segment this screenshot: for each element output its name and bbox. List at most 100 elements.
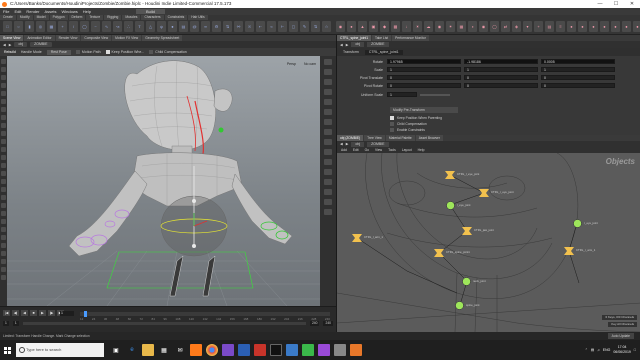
portal-light-tool-icon[interactable]: ▦ xyxy=(457,21,466,32)
pivot-translate-y-field[interactable]: 0 xyxy=(464,75,538,80)
pivot-rotate-x-field[interactable]: 0 xyxy=(387,83,461,88)
path-obj[interactable]: obj xyxy=(14,42,28,47)
forward-arrow-icon[interactable]: ▶ xyxy=(346,43,349,47)
sphere-tool-icon[interactable]: ○ xyxy=(14,21,23,32)
area-light-tool-icon[interactable]: ▣ xyxy=(369,21,378,32)
shelf-extra2-icon[interactable]: ● xyxy=(578,21,587,32)
shelf-tab[interactable]: Hair Utils xyxy=(188,15,208,20)
path-zombie[interactable]: ZOMBIE xyxy=(367,141,389,147)
step-back-button[interactable]: ◀| xyxy=(12,310,19,316)
distant-light-tool-icon[interactable]: ↓ xyxy=(402,21,411,32)
jaw-handle[interactable] xyxy=(218,127,224,133)
platonic-tool-icon[interactable]: △ xyxy=(146,21,155,32)
circle-tool-icon[interactable]: ◯ xyxy=(80,21,89,32)
menu-edit[interactable]: Edit xyxy=(14,9,21,14)
template-icon[interactable] xyxy=(324,129,332,135)
menu-file[interactable]: File xyxy=(3,9,9,14)
pose-tool-icon[interactable] xyxy=(1,99,6,104)
cook-select-icon[interactable] xyxy=(1,227,6,232)
edges-select-icon[interactable] xyxy=(1,155,6,160)
scale-y-field[interactable]: 1 xyxy=(464,67,538,72)
sticky-select-icon[interactable] xyxy=(1,219,6,224)
shelf-tab[interactable]: Polygon xyxy=(49,15,68,20)
capture-tool-icon[interactable]: ⚯ xyxy=(234,21,243,32)
grid-tool-icon[interactable]: ▦ xyxy=(47,21,56,32)
display-options-icon[interactable] xyxy=(324,59,332,65)
range-end-field[interactable]: 240 xyxy=(323,321,333,326)
viewport-extra-icon[interactable] xyxy=(1,267,6,272)
handle-mode-dropdown[interactable]: Rest Pose xyxy=(46,49,71,55)
l-system-tool-icon[interactable]: ψ xyxy=(157,21,166,32)
rotate-tool-icon[interactable] xyxy=(1,75,6,80)
shelf-tab[interactable]: Characters xyxy=(141,15,164,20)
node-name-field[interactable]: CTRL_spine_joint1 xyxy=(364,49,403,55)
home-view-icon[interactable] xyxy=(324,169,332,175)
path-tool-icon[interactable]: ↝ xyxy=(113,21,122,32)
task-view-icon[interactable]: ▣ xyxy=(110,344,122,356)
move-tool-icon[interactable] xyxy=(1,67,6,72)
prims-select-icon[interactable] xyxy=(1,163,6,168)
scale-z-field[interactable]: 1 xyxy=(541,67,615,72)
uniform-scale-field[interactable]: 1 xyxy=(387,92,417,97)
net-menu-view[interactable]: View xyxy=(375,148,382,152)
points-select-icon[interactable] xyxy=(1,147,6,152)
highlight-icon[interactable] xyxy=(1,235,6,240)
windows-start-icon[interactable] xyxy=(0,340,14,360)
node-neck[interactable] xyxy=(462,277,471,287)
back-arrow-icon[interactable]: ◀ xyxy=(3,43,6,47)
enable-constraints-checkbox[interactable] xyxy=(390,128,394,132)
stereo-camera-tool-icon[interactable]: ◉ xyxy=(479,21,488,32)
first-frame-button[interactable]: |◀ xyxy=(3,310,10,316)
caustic-light-tool-icon[interactable]: ✶ xyxy=(446,21,455,32)
lighting-icon[interactable] xyxy=(324,99,332,105)
current-frame-field[interactable]: 1 xyxy=(60,311,74,316)
network-icon[interactable]: ▤ xyxy=(591,348,594,352)
shelf-tab[interactable]: Texture xyxy=(86,15,104,20)
shelf-extra7-icon[interactable]: ● xyxy=(633,21,640,32)
box-tool-icon[interactable]: □ xyxy=(3,21,12,32)
view-tool-icon[interactable] xyxy=(1,107,6,112)
ik-tool-icon[interactable]: ⇠ xyxy=(256,21,265,32)
node-ctrl-r-arm[interactable] xyxy=(564,247,574,256)
chrome-icon[interactable] xyxy=(206,344,218,356)
shelf-add-icon[interactable]: + xyxy=(534,21,543,32)
camera-tool-icon[interactable]: ◉ xyxy=(336,21,345,32)
spiral-tool-icon[interactable]: @ xyxy=(190,21,199,32)
frame-selected-icon[interactable] xyxy=(324,179,332,185)
shelf-extra4-icon[interactable]: ● xyxy=(600,21,609,32)
app-icon-green[interactable] xyxy=(302,344,314,356)
store-icon[interactable]: ▦ xyxy=(158,344,170,356)
switcher-tool-icon[interactable]: ⇄ xyxy=(501,21,510,32)
curve-tool-icon[interactable]: ~ xyxy=(91,21,100,32)
node-ctrl-l-eye[interactable] xyxy=(445,171,455,180)
shelf-tab[interactable]: Create xyxy=(0,15,16,20)
node-ctrl-l-arm[interactable] xyxy=(352,234,362,243)
range-inner-end-field[interactable]: 240 xyxy=(309,321,320,326)
gi-light-tool-icon[interactable]: ◉ xyxy=(435,21,444,32)
bone-tool-icon[interactable]: ⇅ xyxy=(223,21,232,32)
null-tool-icon[interactable]: + xyxy=(58,21,67,32)
node-l-eye[interactable] xyxy=(446,201,455,211)
wire-tool-icon[interactable]: ≈ xyxy=(267,21,276,32)
environment-light-tool-icon[interactable]: ☀ xyxy=(413,21,422,32)
viewport-extra2-icon[interactable] xyxy=(1,275,6,280)
shelf-tab[interactable]: Rigging xyxy=(104,15,122,20)
shelf-menu-icon[interactable]: ≡ xyxy=(556,21,565,32)
app-icon-purple[interactable] xyxy=(318,344,330,356)
camera-menu-icon[interactable] xyxy=(324,159,332,165)
scale-tool-icon[interactable] xyxy=(1,83,6,88)
taskbar-search-input[interactable]: Type here to search xyxy=(16,343,104,357)
point-light-tool-icon[interactable]: ● xyxy=(347,21,356,32)
left-leg-bone[interactable] xyxy=(169,255,184,297)
geometry-light-tool-icon[interactable]: ◆ xyxy=(380,21,389,32)
objects-select-icon[interactable] xyxy=(1,171,6,176)
menu-windows[interactable]: Windows xyxy=(62,9,78,14)
node-spine[interactable] xyxy=(455,301,464,311)
metaball-tool-icon[interactable]: ● xyxy=(168,21,177,32)
maximize-button[interactable]: ☐ xyxy=(608,0,624,8)
volume-icon[interactable]: ♫ xyxy=(597,348,600,352)
uniform-scale-slider[interactable] xyxy=(420,93,450,96)
shelf-extra3-icon[interactable]: ● xyxy=(589,21,598,32)
3d-viewport[interactable]: Persp No cam xyxy=(7,56,320,306)
app-icon-black[interactable] xyxy=(270,344,282,356)
